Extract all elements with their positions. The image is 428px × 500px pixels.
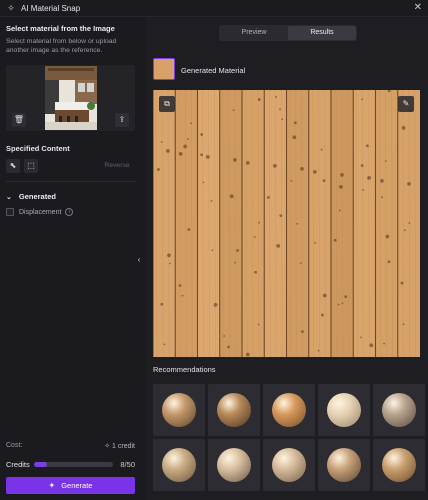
reverse-button[interactable]: Reverse xyxy=(99,159,135,173)
info-icon[interactable]: i xyxy=(65,208,74,216)
pointer-tool-icon[interactable]: ⬉ xyxy=(6,159,20,173)
left-panel-subtext: Select material from below or upload ano… xyxy=(6,38,117,54)
sphere-wood-7 xyxy=(217,448,251,482)
credits-label: Credits xyxy=(6,460,30,469)
close-icon[interactable]: ✕ xyxy=(414,3,422,13)
sphere-wood-5 xyxy=(382,393,416,427)
trash-icon[interactable]: 🗑 xyxy=(12,113,26,127)
credits-count: 8/50 xyxy=(120,460,135,469)
marquee-tool-icon[interactable]: ⬚ xyxy=(24,159,38,173)
title-bar: ✧ AI Material Snap ✕ xyxy=(0,0,428,17)
generated-material-label: Generated Material xyxy=(181,66,246,75)
recommendation-item[interactable] xyxy=(263,439,315,491)
recommendation-item[interactable] xyxy=(153,439,205,491)
specified-content-label: Specified Content xyxy=(6,144,70,153)
upload-icon[interactable]: ⇪ xyxy=(115,113,129,127)
sphere-wood-9 xyxy=(327,448,361,482)
divider xyxy=(6,181,135,182)
sphere-wood-10 xyxy=(382,448,416,482)
recommendations-grid xyxy=(153,384,425,496)
credits-progress-bar xyxy=(34,462,113,467)
recommendation-item[interactable] xyxy=(373,439,425,491)
tab-preview[interactable]: Preview xyxy=(220,26,288,40)
right-panel: Preview Results Generated Material ⧉ ✎ R… xyxy=(146,18,428,500)
left-panel: Select material from the Image Select ma… xyxy=(0,18,142,500)
sparkle-icon: ✦ xyxy=(48,481,56,490)
cost-label: Cost: xyxy=(6,442,23,449)
recommendation-item[interactable] xyxy=(208,439,260,491)
recommendation-item[interactable] xyxy=(263,384,315,436)
view-tabs: Preview Results xyxy=(219,25,357,41)
generated-section-label: Generated xyxy=(18,192,56,201)
recommendation-item[interactable] xyxy=(318,439,370,491)
material-preview: ⧉ ✎ xyxy=(153,90,420,357)
recommendation-item[interactable] xyxy=(373,384,425,436)
recommendation-item[interactable] xyxy=(318,384,370,436)
credits-progress-fill xyxy=(34,462,47,467)
window-title: AI Material Snap xyxy=(21,3,81,13)
displacement-checkbox[interactable] xyxy=(6,208,14,216)
export-icon[interactable]: ⧉ xyxy=(159,96,175,112)
sphere-wood-4 xyxy=(327,393,361,427)
sparkle-icon: ✧ xyxy=(104,443,113,450)
generated-section-toggle[interactable]: ⌄ Generated xyxy=(6,192,56,201)
displacement-option[interactable]: Displacement i xyxy=(6,208,74,216)
generated-material-swatch[interactable] xyxy=(153,58,175,80)
displacement-label: Displacement xyxy=(19,208,62,216)
sphere-wood-6 xyxy=(162,448,196,482)
left-panel-heading: Select material from the Image xyxy=(6,24,115,33)
reference-image-box[interactable]: 🗑 ⇪ xyxy=(6,65,135,131)
generate-button-label: Generate xyxy=(61,481,93,490)
generate-button[interactable]: ✦ Generate xyxy=(6,477,135,494)
recommendations-label: Recommendations xyxy=(153,365,216,374)
tab-results[interactable]: Results xyxy=(288,26,356,40)
credits-row: Credits 8/50 xyxy=(6,460,135,469)
reference-image xyxy=(45,66,97,130)
cost-row: Cost: ✧ 1 credit xyxy=(6,442,135,450)
paint-icon[interactable]: ✎ xyxy=(398,96,414,112)
sphere-wood-1 xyxy=(162,393,196,427)
chevron-left-icon[interactable]: ‹ xyxy=(135,254,143,266)
sphere-wood-8 xyxy=(272,448,306,482)
sphere-wood-3 xyxy=(272,393,306,427)
recommendation-item[interactable] xyxy=(153,384,205,436)
cost-value: ✧ 1 credit xyxy=(104,443,135,450)
chevron-down-icon: ⌄ xyxy=(6,193,12,201)
sparkle-icon: ✧ xyxy=(7,3,15,13)
recommendation-item[interactable] xyxy=(208,384,260,436)
sphere-wood-2 xyxy=(217,393,251,427)
